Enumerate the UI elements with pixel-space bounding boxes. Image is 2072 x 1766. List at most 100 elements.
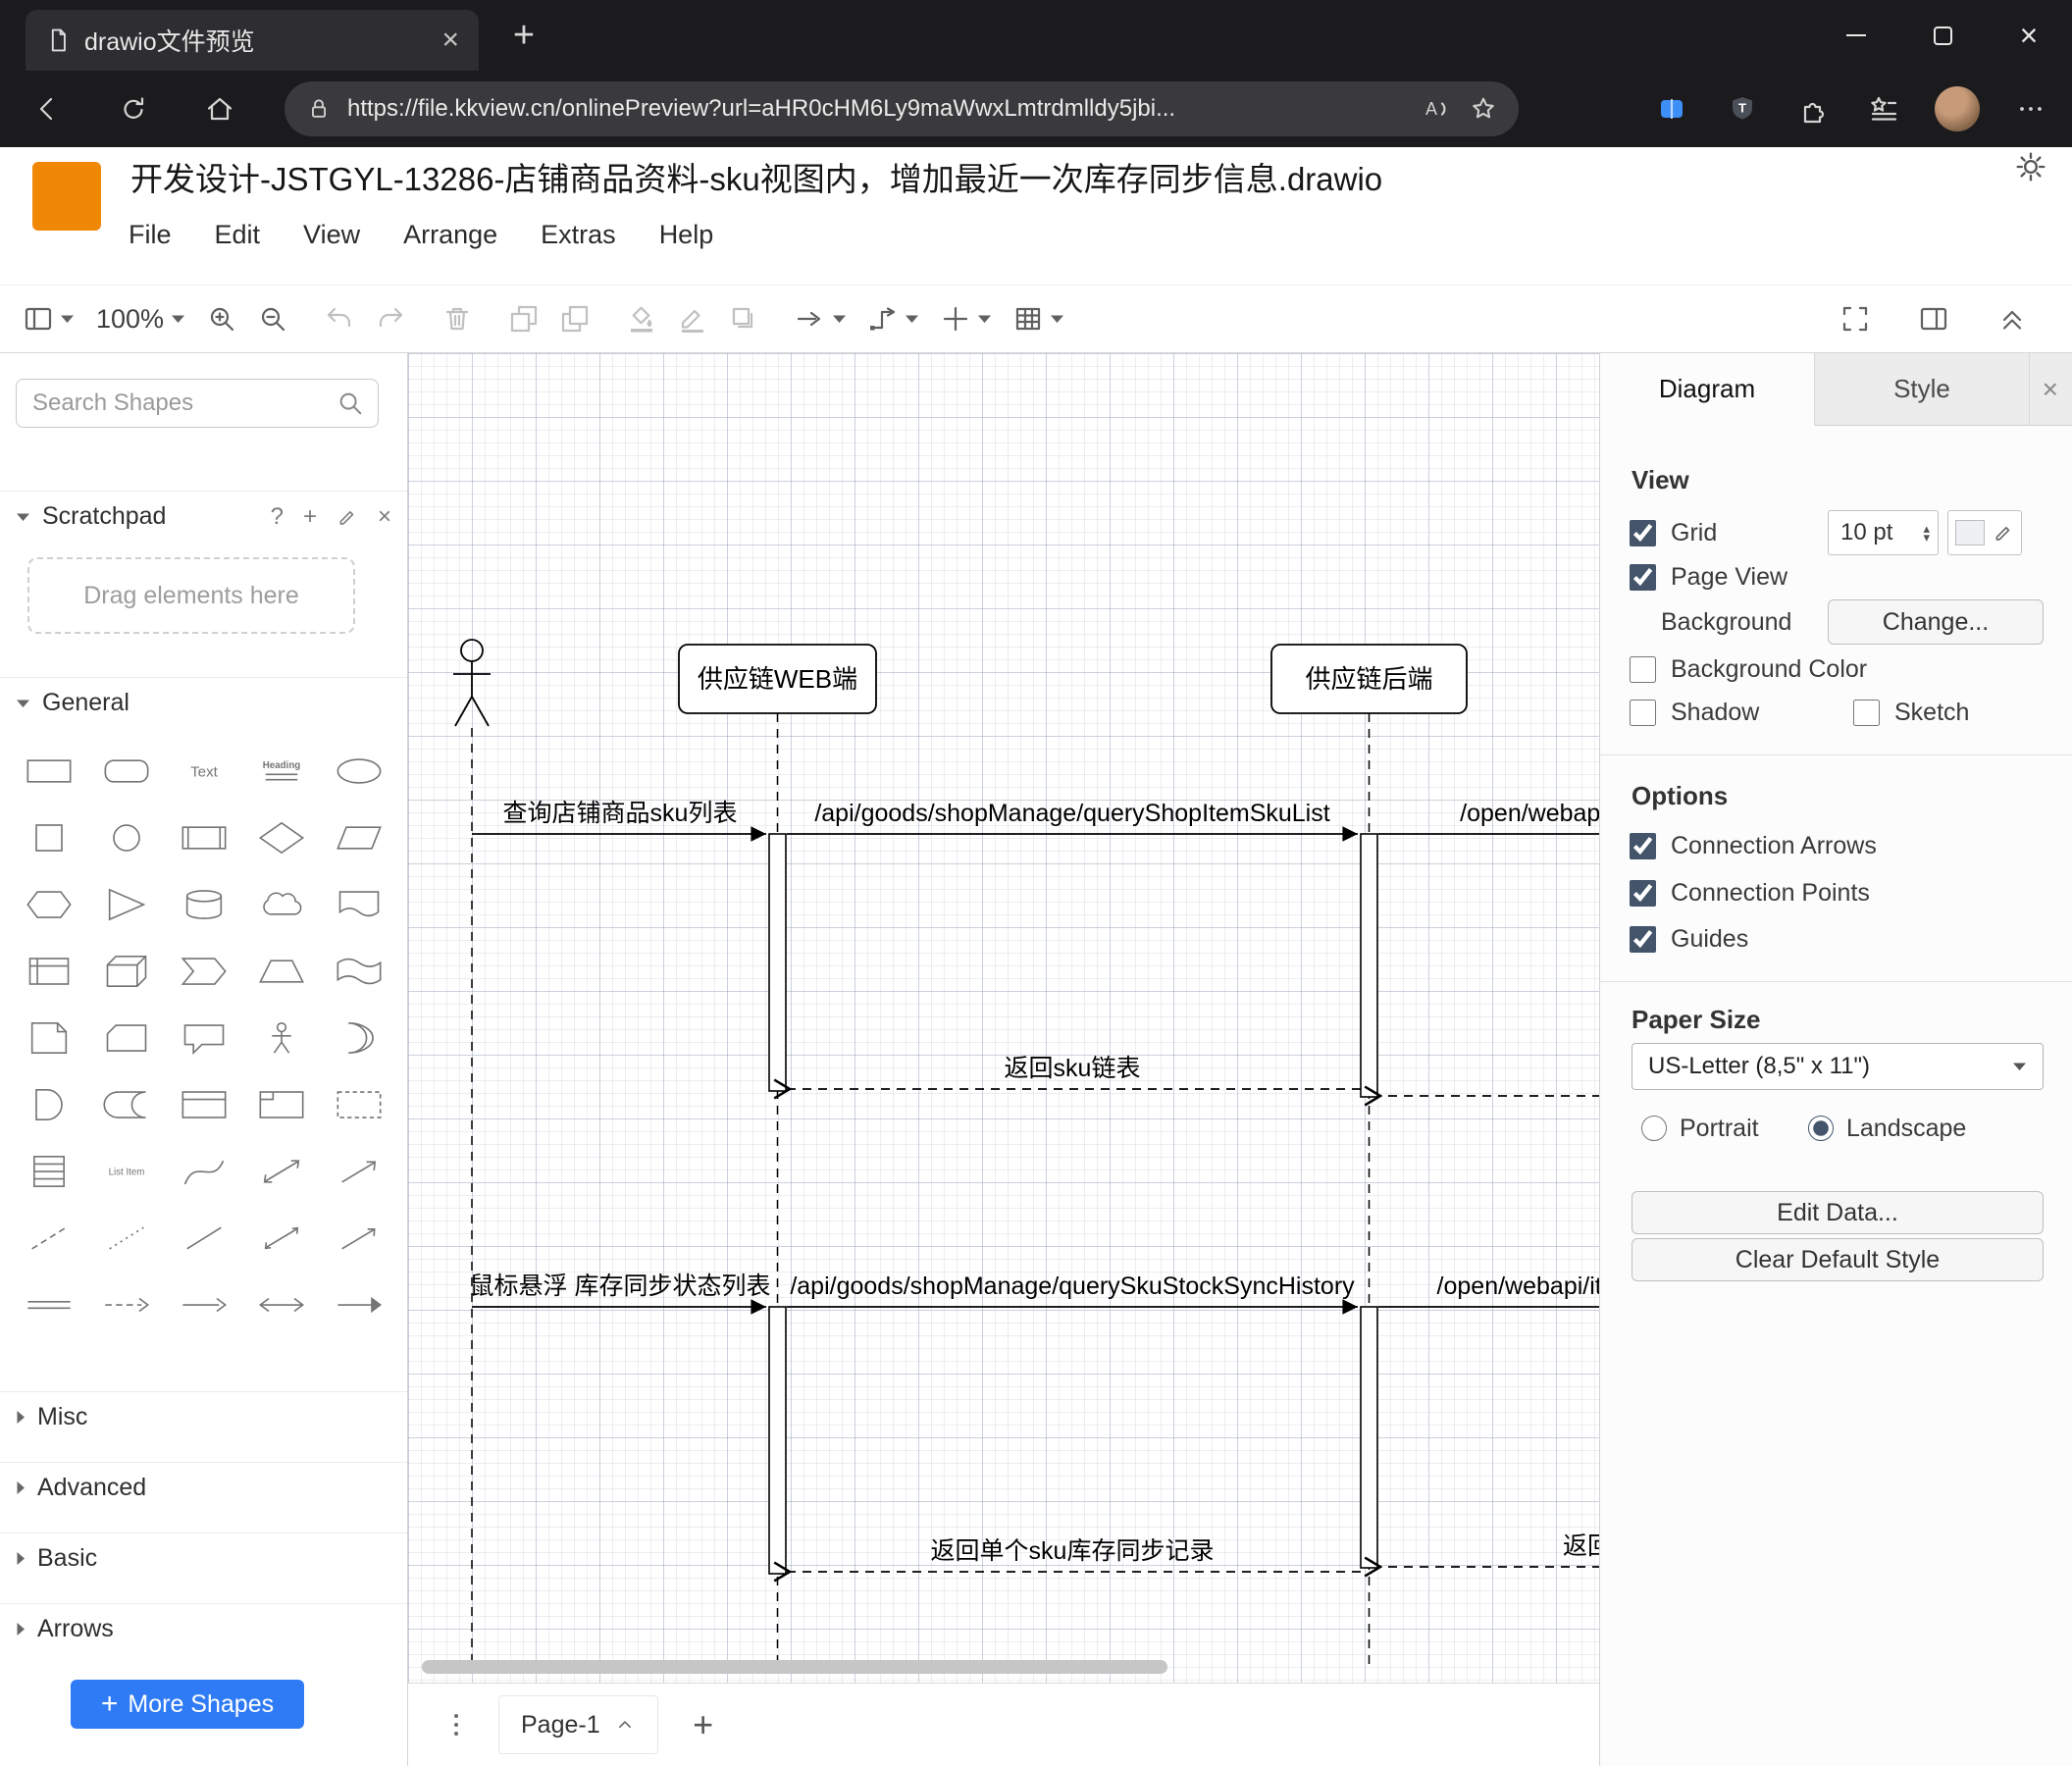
shape-rectangle[interactable]: [10, 738, 87, 805]
grid-color-button[interactable]: [1947, 510, 2022, 555]
grid-checkbox[interactable]: [1630, 519, 1656, 546]
shape-and[interactable]: [10, 1071, 87, 1138]
search-icon[interactable]: [337, 390, 364, 417]
table-button[interactable]: [1013, 304, 1064, 334]
theme-toggle-sun-icon[interactable]: [2015, 151, 2046, 187]
refresh-icon[interactable]: [112, 87, 155, 130]
shape-dashed-line[interactable]: [10, 1205, 87, 1272]
back-icon[interactable]: [26, 87, 69, 130]
collapse-button[interactable]: [1997, 304, 2027, 334]
format-close-icon[interactable]: ×: [2043, 353, 2058, 426]
browser-menu-icon[interactable]: [2011, 89, 2050, 129]
shape-group[interactable]: [321, 1071, 398, 1138]
shape-cloud[interactable]: [243, 871, 321, 938]
sketch-checkbox[interactable]: [1853, 699, 1880, 726]
shape-process[interactable]: [165, 805, 242, 871]
read-aloud-icon[interactable]: A: [1421, 94, 1450, 124]
paper-size-select[interactable]: US-Letter (8,5" x 11"): [1632, 1043, 2044, 1090]
shape-list[interactable]: [10, 1138, 87, 1205]
connection-button[interactable]: [796, 304, 847, 334]
menu-extras[interactable]: Extras: [541, 220, 616, 250]
shape-line[interactable]: [165, 1205, 242, 1272]
shape-document[interactable]: [321, 871, 398, 938]
close-button[interactable]: ×: [1986, 0, 2072, 71]
activation-bar-0[interactable]: [768, 833, 787, 1092]
more-shapes-button[interactable]: + More Shapes: [71, 1680, 304, 1729]
shape-arrow-edge[interactable]: [321, 1272, 398, 1338]
actor[interactable]: [453, 639, 491, 727]
tab-diagram[interactable]: Diagram: [1600, 353, 1815, 426]
shape-note[interactable]: [10, 1005, 87, 1071]
section-basic[interactable]: Basic: [0, 1532, 407, 1584]
shape-parallelogram[interactable]: [321, 805, 398, 871]
shadow-button[interactable]: [729, 304, 758, 334]
horizontal-scrollbar[interactable]: [422, 1660, 1167, 1674]
shape-triangle[interactable]: [87, 871, 165, 938]
shape-square[interactable]: [10, 805, 87, 871]
section-general[interactable]: General: [0, 677, 407, 728]
waypoints-button[interactable]: [868, 304, 919, 334]
shape-cube[interactable]: [87, 938, 165, 1005]
connection-arrows-checkbox[interactable]: [1630, 832, 1656, 859]
home-icon[interactable]: [198, 87, 241, 130]
menu-edit[interactable]: Edit: [215, 220, 261, 250]
shape-arrow[interactable]: [321, 1138, 398, 1205]
shape-circle[interactable]: [87, 805, 165, 871]
url-text[interactable]: https://file.kkview.cn/onlinePreview?url…: [347, 95, 1401, 123]
pages-menu-icon[interactable]: [441, 1710, 471, 1740]
shape-link[interactable]: [10, 1272, 87, 1338]
shape-ellipse[interactable]: [321, 738, 398, 805]
portrait-radio[interactable]: [1641, 1116, 1667, 1141]
shape-dashed-edge[interactable]: [87, 1272, 165, 1338]
delete-button[interactable]: [442, 304, 472, 334]
connection-points-checkbox[interactable]: [1630, 879, 1656, 907]
shape-data-storage[interactable]: [87, 1071, 165, 1138]
menu-file[interactable]: File: [129, 220, 172, 250]
add-icon[interactable]: +: [303, 503, 317, 531]
help-icon[interactable]: ?: [271, 503, 284, 531]
browser-tab[interactable]: drawio文件预览 ×: [26, 10, 479, 71]
edit-data-button[interactable]: Edit Data...: [1632, 1191, 2044, 1234]
shape-rounded-rectangle[interactable]: [87, 738, 165, 805]
zoom-level-dropdown[interactable]: 100%: [96, 304, 185, 335]
favorite-star-icon[interactable]: [1470, 95, 1497, 123]
redo-button[interactable]: [376, 304, 405, 334]
shape-or[interactable]: [321, 1005, 398, 1071]
activation-bar-3[interactable]: [1360, 1306, 1378, 1569]
shape-directional-connector[interactable]: [321, 1205, 398, 1272]
shape-callout[interactable]: [165, 1005, 242, 1071]
shadow-checkbox[interactable]: [1630, 699, 1656, 726]
shape-hexagon[interactable]: [10, 871, 87, 938]
shape-dotted-line[interactable]: [87, 1205, 165, 1272]
activation-bar-1[interactable]: [1360, 833, 1378, 1098]
activation-bar-2[interactable]: [768, 1306, 787, 1575]
shape-search[interactable]: [16, 379, 379, 428]
shape-bidirectional-arrow[interactable]: [243, 1138, 321, 1205]
shape-trapezoid[interactable]: [243, 938, 321, 1005]
section-misc[interactable]: Misc: [0, 1391, 407, 1442]
to-back-button[interactable]: [560, 304, 590, 334]
add-page-button[interactable]: +: [682, 1704, 725, 1745]
section-advanced[interactable]: Advanced: [0, 1462, 407, 1513]
shape-text[interactable]: Text: [165, 738, 242, 805]
diagram-canvas[interactable]: 供应链WEB端 供应链后端 查询店铺商品sku列表/api/goods/shopMa…: [408, 353, 1599, 1683]
fill-color-button[interactable]: [627, 304, 656, 334]
scratchpad-header[interactable]: Scratchpad ? + ×: [0, 491, 407, 542]
menu-help[interactable]: Help: [659, 220, 714, 250]
shape-tape[interactable]: [321, 938, 398, 1005]
clear-default-style-button[interactable]: Clear Default Style: [1632, 1238, 2044, 1281]
search-input[interactable]: [32, 390, 337, 417]
shape-container[interactable]: [165, 1071, 242, 1138]
insert-button[interactable]: [941, 304, 992, 334]
shape-step[interactable]: [165, 938, 242, 1005]
zoom-in-button[interactable]: [207, 304, 236, 334]
landscape-radio[interactable]: [1808, 1116, 1834, 1141]
tab-style[interactable]: Style: [1815, 353, 2030, 425]
shape-frame[interactable]: [243, 1071, 321, 1138]
address-field[interactable]: https://file.kkview.cn/onlinePreview?url…: [285, 81, 1519, 136]
shape-diamond[interactable]: [243, 805, 321, 871]
maximize-button[interactable]: [1899, 0, 1986, 71]
extension-blue-icon[interactable]: [1652, 89, 1691, 129]
grid-size-stepper[interactable]: 10 pt ▴ ▾: [1828, 510, 1939, 555]
edit-pencil-icon[interactable]: [337, 506, 358, 528]
